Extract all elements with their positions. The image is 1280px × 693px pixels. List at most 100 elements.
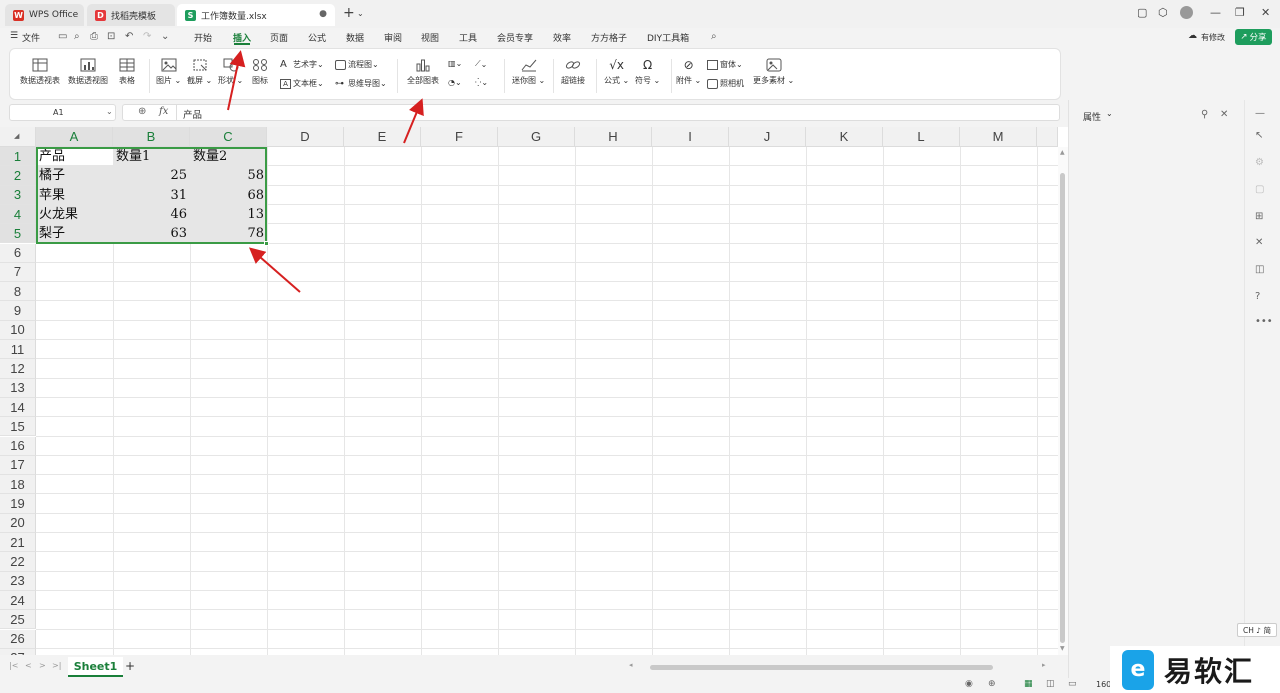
table-button[interactable]: 表格 [119,58,135,86]
menu-file[interactable]: 文件 [22,31,40,44]
ime-indicator[interactable]: CH ♪ 简 [1237,623,1277,637]
spreadsheet-grid[interactable]: ◢ ABCDEFGHIJKLM 1 2 3 4 5 6 7 8 9 10 11 12 13 14 15 16 1… [0,127,1068,669]
icons-button[interactable]: 图标 [252,58,268,86]
row-header-16[interactable]: 16 [0,436,36,456]
more-icon[interactable]: ••• [1255,316,1273,327]
menu-tools[interactable]: 工具 [459,31,477,44]
chevron-down-icon[interactable]: ⌄ [357,9,364,18]
menu-efficiency[interactable]: 效率 [553,31,571,44]
maximize-icon[interactable]: ❐ [1235,6,1245,19]
column-header-i[interactable]: I [652,127,729,147]
page-layout-icon[interactable]: ◫ [1046,679,1055,689]
close-tab-icon[interactable]: ● [319,9,327,19]
next-sheet-icon[interactable]: > [39,661,46,670]
prev-sheet-icon[interactable]: < [25,661,32,670]
column-header-h[interactable]: H [575,127,652,147]
quick-access-more-icon[interactable]: ⌄ [161,31,169,42]
sheet-tab-sheet1[interactable]: Sheet1 [68,657,123,677]
menu-diy-toolbox[interactable]: DIY工具箱 [647,31,689,44]
undo-icon[interactable]: ↶ [125,31,133,42]
column-header-k[interactable]: K [806,127,883,147]
row-header-13[interactable]: 13 [0,378,36,398]
row-header-2[interactable]: 2 [0,166,36,186]
scroll-down-icon[interactable]: ▼ [1060,645,1065,652]
normal-view-icon[interactable]: ▦ [1024,679,1033,689]
format-icon[interactable]: ⊞ [1255,211,1263,222]
pivot-table-button[interactable]: 数据透视表 [20,58,60,86]
display-mode-icon[interactable]: ⊕ [988,679,996,689]
menu-formula[interactable]: 公式 [308,31,326,44]
sparkline-button[interactable]: 迷你图 ⌄ [512,58,545,86]
redo-icon[interactable]: ↷ [143,31,151,42]
column-header-l[interactable]: L [883,127,960,147]
flowchart-button[interactable]: 流程图 ⌄ [335,59,379,70]
cursor-icon[interactable]: ↖ [1255,130,1263,141]
hyperlink-button[interactable]: 超链接 [561,58,585,86]
close-window-icon[interactable]: ✕ [1261,6,1270,19]
fill-handle[interactable] [264,241,269,246]
row-header-5[interactable]: 5 [0,224,36,244]
column-header-b[interactable]: B [113,127,190,147]
column-header-f[interactable]: F [421,127,498,147]
row-header-21[interactable]: 21 [0,533,36,553]
avatar[interactable] [1180,6,1193,19]
all-charts-button[interactable]: 全部图表 [407,58,439,86]
pivot-chart-button[interactable]: 数据透视图 [68,58,108,86]
note-icon[interactable]: ▢ [1255,184,1264,195]
column-header-g[interactable]: G [498,127,575,147]
row-header-10[interactable]: 10 [0,320,36,340]
attachment-button[interactable]: ⊘ 附件 ⌄ [676,58,701,86]
scroll-up-icon[interactable]: ▲ [1060,149,1065,156]
chevron-down-icon[interactable]: ⌄ [1106,109,1113,118]
column-header-j[interactable]: J [729,127,806,147]
tab-wps-office[interactable]: W WPS Office [5,4,84,26]
row-header-15[interactable]: 15 [0,417,36,437]
help-icon[interactable]: ? [1255,291,1260,302]
menu-review[interactable]: 审阅 [384,31,402,44]
first-sheet-icon[interactable]: |< [9,661,18,670]
row-header-24[interactable]: 24 [0,590,36,611]
formula-button[interactable]: √x 公式 ⌄ [604,58,629,86]
form-button[interactable]: 窗体 ⌄ [707,59,743,70]
style-icon[interactable]: ⚙ [1255,157,1264,168]
new-file-icon[interactable]: ▭ [58,31,67,42]
row-header-9[interactable]: 9 [0,301,36,321]
column-header-m[interactable]: M [960,127,1037,147]
column-chart-dropdown[interactable]: ▥ ⌄ [448,59,462,68]
picture-button[interactable]: 图片 ⌄ [156,58,181,86]
new-tab-icon[interactable]: + [343,5,355,21]
line-chart-dropdown[interactable]: ⟋ ⌄ [475,59,487,69]
tab-docer-template[interactable]: D 找稻壳模板 [87,4,175,26]
search-icon[interactable]: ⌕ [711,31,717,42]
properties-title[interactable]: 属性 [1083,110,1101,123]
row-header-3[interactable]: 3 [0,185,36,205]
mindmap-button[interactable]: ⊶ 思维导图 ⌄ [335,78,387,89]
row-header-17[interactable]: 17 [0,455,36,476]
print-preview-icon[interactable]: ⊡ [107,31,115,42]
menu-member[interactable]: 会员专享 [497,31,533,44]
column-header-e[interactable]: E [344,127,421,147]
symbol-button[interactable]: Ω 符号 ⌄ [635,58,660,86]
print-icon[interactable]: ⎙ [90,31,98,42]
row-header-20[interactable]: 20 [0,513,36,533]
row-header-25[interactable]: 25 [0,610,36,630]
share-button[interactable]: ↗ 分享 [1235,29,1272,45]
row-header-6[interactable]: 6 [0,243,36,263]
zoom-level[interactable]: 160 [1096,680,1111,689]
vertical-scrollbar[interactable]: ▲ ▼ [1058,147,1068,655]
row-header-22[interactable]: 22 [0,552,36,572]
tab-workbook[interactable]: S 工作簿数量.xlsx ● [177,4,335,26]
cube-icon[interactable]: ⬡ [1158,6,1168,19]
scatter-chart-dropdown[interactable]: ⁛ ⌄ [475,78,488,87]
name-box[interactable]: A1 ⌄ [9,104,116,121]
row-header-1[interactable]: 1 [0,147,36,167]
page-break-icon[interactable]: ▭ [1068,679,1077,689]
camera-button[interactable]: 照相机 [707,78,744,89]
fx-icon[interactable]: fx [159,106,168,117]
window-restore-icon[interactable]: ▢ [1137,6,1147,19]
row-header-4[interactable]: 4 [0,204,36,225]
last-sheet-icon[interactable]: >| [52,661,61,670]
horizontal-scroll-thumb[interactable] [650,665,993,670]
menu-view[interactable]: 视图 [421,31,439,44]
textbox-button[interactable]: A 文本框 ⌄ [280,78,324,89]
